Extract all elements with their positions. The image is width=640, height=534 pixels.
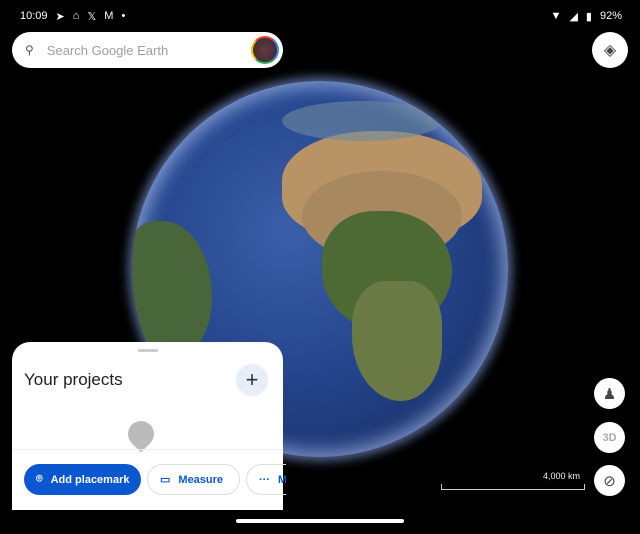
search-bar[interactable]: ⚲ Search Google Earth: [12, 32, 283, 68]
pegman-icon: ♟: [602, 385, 617, 403]
search-input[interactable]: Search Google Earth: [47, 43, 168, 58]
x-icon: 𝕏: [87, 10, 97, 23]
placemark-icon: ⌾: [36, 473, 43, 485]
street-view-button[interactable]: ♟: [594, 378, 625, 409]
battery-icon: ▮: [585, 10, 592, 23]
scale-label: 4,000 km: [542, 471, 580, 481]
telegram-icon: ➤: [55, 10, 65, 23]
divider: [12, 449, 283, 450]
dot-icon: •: [121, 10, 126, 22]
add-placemark-button[interactable]: ⌾ Add placemark: [24, 464, 141, 495]
drag-handle[interactable]: [138, 349, 158, 352]
battery-level: 92%: [599, 10, 622, 22]
signal-icon: ◢: [569, 10, 578, 23]
search-icon: ⚲: [25, 43, 34, 57]
projects-sheet: Your projects + ⌾ Add placemark ▭ Measure …: [12, 342, 286, 510]
measure-label: Measure: [178, 473, 224, 486]
time: 10:09: [20, 10, 48, 22]
3d-label: 3D: [602, 431, 617, 444]
gesture-nav-bar[interactable]: [236, 519, 404, 523]
scale-bar: 4,000 km: [441, 471, 585, 490]
ruler-icon: ▭: [160, 474, 171, 486]
location-off-icon: ⊘: [603, 472, 616, 490]
add-placemark-label: Add placemark: [50, 473, 130, 486]
status-bar: 10:09 ➤ ⌂ 𝕏 M • ▼ ◢ ▮ 92%: [20, 8, 622, 24]
home-icon: ⌂: [72, 10, 80, 22]
more-button[interactable]: ··· M: [246, 464, 286, 495]
plus-icon: +: [245, 367, 259, 392]
placemark-illustration: [122, 415, 160, 453]
gmail-icon: M: [104, 10, 114, 22]
more-label: M: [278, 474, 286, 486]
layers-button[interactable]: ◈: [592, 32, 628, 68]
account-avatar[interactable]: [251, 36, 279, 64]
3d-toggle-button[interactable]: 3D: [594, 422, 625, 453]
add-project-button[interactable]: +: [236, 364, 268, 396]
my-location-button[interactable]: ⊘: [594, 465, 625, 496]
wifi-icon: ▼: [550, 10, 562, 22]
projects-title: Your projects: [24, 370, 123, 389]
more-icon: ···: [259, 473, 270, 486]
measure-button[interactable]: ▭ Measure: [147, 464, 240, 495]
layers-icon: ◈: [603, 42, 617, 59]
